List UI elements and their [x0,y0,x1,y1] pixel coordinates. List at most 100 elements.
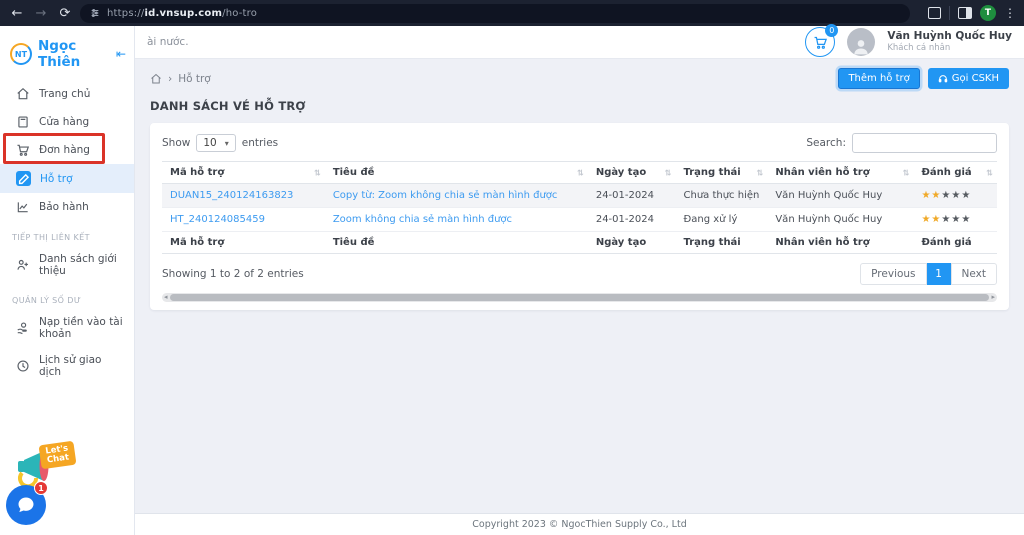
sidebar-item-label: Danh sách giới thiệu [39,253,124,277]
chart-icon [16,200,30,214]
person-plus-icon [16,258,30,272]
address-bar[interactable]: https://id.vnsup.com/ho-tro [80,4,910,23]
sort-icon[interactable]: ⇅ [577,168,584,177]
table-row: HT_240124085459 Zoom không chia sẻ màn h… [162,208,997,232]
capture-icon[interactable] [928,7,941,19]
ticket-title-link[interactable]: Copy từ: Zoom không chia sẻ màn hình đượ… [333,190,558,201]
chat-unread-badge: 1 [34,481,48,495]
col-header-rating[interactable]: Đánh giá⇅ [913,162,997,184]
sidebar-item-warranty[interactable]: Bảo hành [0,193,134,221]
ticket-rating: ★★★★★ [913,184,997,208]
cart-count-badge: 0 [825,24,838,37]
scroll-right-icon[interactable]: ▸ [991,294,995,301]
brand-name[interactable]: Ngọc Thiên [38,38,110,70]
sort-icon[interactable]: ⇅ [986,168,993,177]
pagination-previous[interactable]: Previous [860,263,926,285]
user-meta[interactable]: Văn Huỳnh Quốc Huy Khách cá nhân [887,30,1012,54]
site-settings-icon[interactable] [90,8,100,18]
horizontal-scrollbar[interactable]: ◂ ▸ [162,293,997,302]
sidebar-item-label: Lịch sử giao dịch [39,354,124,378]
sidebar-item-support[interactable]: Hỗ trợ [0,164,134,193]
ticket-created: 24-01-2024 [588,184,676,208]
ticket-code-link[interactable]: DUAN15_240124163823 [170,190,293,201]
col-header-staff[interactable]: Nhân viên hỗ trợ⇅ [767,162,913,184]
person-icon [851,36,871,56]
add-support-button[interactable]: Thêm hỗ trợ [838,68,919,89]
url-text[interactable]: https://id.vnsup.com/ho-tro [107,8,257,19]
sidebar-item-history[interactable]: Lịch sử giao dịch [0,347,134,385]
table-header-row: Mã hỗ trợ⇅ Tiêu đề⇅ Ngày tạo⇅ Trạng thái… [162,162,997,184]
page-footer: Copyright 2023 © NgocThien Supply Co., L… [135,513,1024,535]
ticket-staff: Văn Huỳnh Quốc Huy [767,184,913,208]
home-icon [16,87,30,101]
ticket-status: Chưa thực hiện [676,184,768,208]
cart-icon [16,143,30,157]
breadcrumb-separator: › [168,73,172,85]
sidebar-item-label: Bảo hành [39,201,89,213]
user-avatar[interactable] [847,28,875,56]
breadcrumb-current[interactable]: Hỗ trợ [178,73,211,85]
chat-bubble-icon [16,495,36,515]
sort-icon[interactable]: ⇅ [757,168,764,177]
sidebar-item-referrals[interactable]: Danh sách giới thiệu [0,246,134,284]
sidebar-item-store[interactable]: Cửa hàng [0,108,134,136]
topbar: ài nước. 0 Văn Huỳnh Quốc Huy Khách cá n… [135,26,1024,59]
copyright-text: Copyright 2023 © NgocThien Supply Co., L… [472,519,686,530]
table-footer-row: Mã hỗ trợ Tiêu đề Ngày tạo Trạng thái Nh… [162,232,997,254]
pagination: Previous 1 Next [860,263,997,285]
ticket-rating: ★★★★★ [913,208,997,232]
home-icon[interactable] [150,73,162,85]
page-size-select[interactable]: 10 ▾ [196,134,235,152]
sidebar: NT Ngọc Thiên ⇤ Trang chủ Cửa hàng Đơn h… [0,26,135,535]
scroll-left-icon[interactable]: ◂ [164,294,168,301]
search-input[interactable] [852,133,997,153]
support-table: Mã hỗ trợ⇅ Tiêu đề⇅ Ngày tạo⇅ Trạng thái… [162,161,997,254]
sidebar-item-label: Nạp tiền vào tài khoản [39,316,124,340]
clock-icon [16,359,30,373]
announcement-text: ài nước. [147,36,189,48]
pagination-next[interactable]: Next [951,263,997,285]
sidebar-collapse-icon[interactable]: ⇤ [116,47,126,61]
scrollbar-thumb[interactable] [170,294,990,301]
deposit-icon [16,321,30,335]
sidebar-item-home[interactable]: Trang chủ [0,80,134,108]
ticket-created: 24-01-2024 [588,208,676,232]
ticket-title-link[interactable]: Zoom không chia sẻ màn hình được [333,214,512,225]
col-footer-created: Ngày tạo [588,232,676,254]
col-footer-rating: Đánh giá [913,232,997,254]
col-header-created[interactable]: Ngày tạo⇅ [588,162,676,184]
table-info: Showing 1 to 2 of 2 entries [162,268,304,280]
col-header-title[interactable]: Tiêu đề⇅ [325,162,588,184]
sidebar-item-label: Trang chủ [39,88,90,100]
sidebar-item-label: Đơn hàng [39,144,90,156]
content-area: › Hỗ trợ Thêm hỗ trợ Gọi CSKH DANH SÁCH … [135,59,1024,513]
stars-inactive: ★★★ [941,214,971,225]
sort-icon[interactable]: ⇅ [903,168,910,177]
browser-menu-icon[interactable]: ⋮ [1004,6,1016,20]
col-header-code[interactable]: Mã hỗ trợ⇅ [162,162,325,184]
table-row: DUAN15_240124163823 Copy từ: Zoom không … [162,184,997,208]
side-panel-icon[interactable] [958,7,972,19]
forward-icon[interactable]: → [32,4,50,22]
ticket-code-link[interactable]: HT_240124085459 [170,214,265,225]
pagination-page-1[interactable]: 1 [927,263,951,285]
user-name: Văn Huỳnh Quốc Huy [887,30,1012,43]
cart-button[interactable]: 0 [805,27,835,57]
lets-chat-tag[interactable]: Let'sChat [39,441,77,469]
reload-icon[interactable]: ⟳ [56,4,74,22]
chat-widget: Let'sChat 1 [4,449,94,529]
toolbar-divider [949,6,950,20]
sort-icon[interactable]: ⇅ [314,168,321,177]
sidebar-section-affiliate: TIẾP THỊ LIÊN KẾT [0,221,134,246]
page-title: DANH SÁCH VÉ HỖ TRỢ [150,99,1009,113]
sidebar-section-balance: QUẢN LÝ SỐ DƯ [0,284,134,309]
sort-icon[interactable]: ⇅ [665,168,672,177]
call-cskh-button[interactable]: Gọi CSKH [928,68,1009,89]
sidebar-item-orders[interactable]: Đơn hàng [0,136,134,164]
sidebar-item-topup[interactable]: Nạp tiền vào tài khoản [0,309,134,347]
col-header-status[interactable]: Trạng thái⇅ [676,162,768,184]
browser-profile-avatar[interactable]: T [980,5,996,21]
back-icon[interactable]: ← [8,4,26,22]
ticket-status: Đang xử lý [676,208,768,232]
show-label: Show [162,137,190,149]
